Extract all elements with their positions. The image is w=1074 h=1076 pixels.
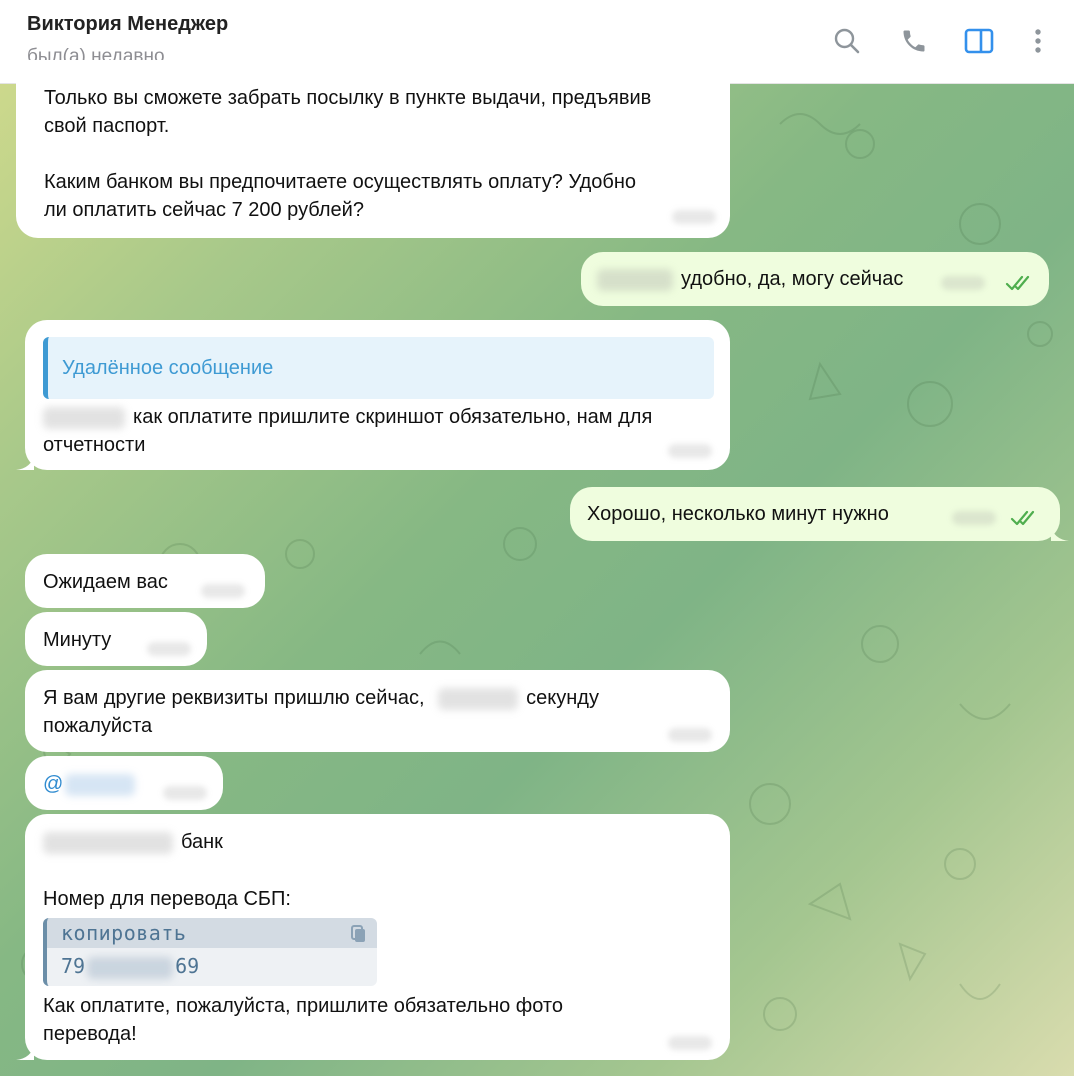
more-vertical-icon xyxy=(1035,29,1041,53)
message-bubble[interactable]: @ xyxy=(25,756,223,810)
copyable-phone-block[interactable]: копировать 79 69 xyxy=(43,918,377,986)
reply-deleted-label: Удалённое сообщение xyxy=(62,357,274,379)
read-checkmarks-icon xyxy=(1005,275,1030,291)
message-time xyxy=(668,1036,712,1050)
copy-label: копировать xyxy=(61,921,187,945)
bubble-tail xyxy=(1051,525,1069,541)
message-bubble[interactable]: Только вы сможете забрать посылку в пунк… xyxy=(16,60,730,238)
message-time xyxy=(672,210,716,224)
more-menu-button[interactable] xyxy=(1020,23,1056,59)
message-bubble[interactable]: Минуту xyxy=(25,612,207,666)
redacted-username xyxy=(65,773,136,796)
sbp-label: Номер для перевода СБП: xyxy=(43,888,291,910)
redacted-name xyxy=(438,687,519,710)
message-time xyxy=(201,584,245,598)
copy-icon[interactable] xyxy=(349,924,369,944)
message-text: Хорошо, несколько минут нужно xyxy=(587,503,889,525)
message-text: Я вам другие реквизиты пришлю сейчас, xyxy=(43,687,425,709)
bubble-tail xyxy=(16,454,34,470)
message-bubble-outgoing[interactable]: удобно, да, могу сейчас xyxy=(581,252,1049,306)
mention-link[interactable]: @ xyxy=(43,773,63,795)
read-checkmarks-icon xyxy=(1010,510,1035,526)
message-time xyxy=(668,444,712,458)
phone-number-start: 79 xyxy=(61,954,86,978)
message-text: как оплатите пришлите скриншот обязатель… xyxy=(43,406,653,456)
message-time xyxy=(952,511,996,525)
redacted-name xyxy=(43,406,125,429)
message-time xyxy=(163,786,207,800)
message-time xyxy=(668,728,712,742)
redacted-phone-digits xyxy=(87,956,174,979)
bubble-tail xyxy=(16,1044,34,1060)
message-bubble[interactable]: Ожидаем вас xyxy=(25,554,265,608)
message-text: Как оплатите, пожалуйста, пришлите обяза… xyxy=(43,995,563,1045)
message-text: Минуту xyxy=(43,629,112,651)
message-text: Только вы сможете забрать посылку в пунк… xyxy=(44,87,652,221)
bank-label: банк xyxy=(181,831,223,853)
phone-icon xyxy=(903,30,925,52)
redacted-name xyxy=(597,268,673,291)
contact-name[interactable]: Виктория Менеджер xyxy=(27,13,228,36)
message-time xyxy=(147,642,191,656)
call-button[interactable] xyxy=(896,23,932,59)
message-text: удобно, да, могу сейчас xyxy=(681,268,904,290)
message-bubble-outgoing[interactable]: Хорошо, несколько минут нужно xyxy=(570,487,1069,541)
sidebar-toggle-button[interactable] xyxy=(961,23,997,59)
message-time xyxy=(941,276,985,290)
message-bubble[interactable]: Удалённое сообщение как оплатите пришлит… xyxy=(16,320,730,470)
message-bubble[interactable]: банк Номер для перевода СБП: копировать … xyxy=(16,814,730,1060)
sidebar-toggle-icon xyxy=(964,28,994,54)
search-icon xyxy=(834,28,860,54)
redacted-bank-name xyxy=(43,831,173,854)
phone-number-end: 69 xyxy=(175,954,200,978)
reply-preview[interactable]: Удалённое сообщение xyxy=(43,337,714,399)
message-text: Ожидаем вас xyxy=(43,571,168,593)
search-button[interactable] xyxy=(829,23,865,59)
message-bubble[interactable]: Я вам другие реквизиты пришлю сейчас, се… xyxy=(25,670,730,752)
